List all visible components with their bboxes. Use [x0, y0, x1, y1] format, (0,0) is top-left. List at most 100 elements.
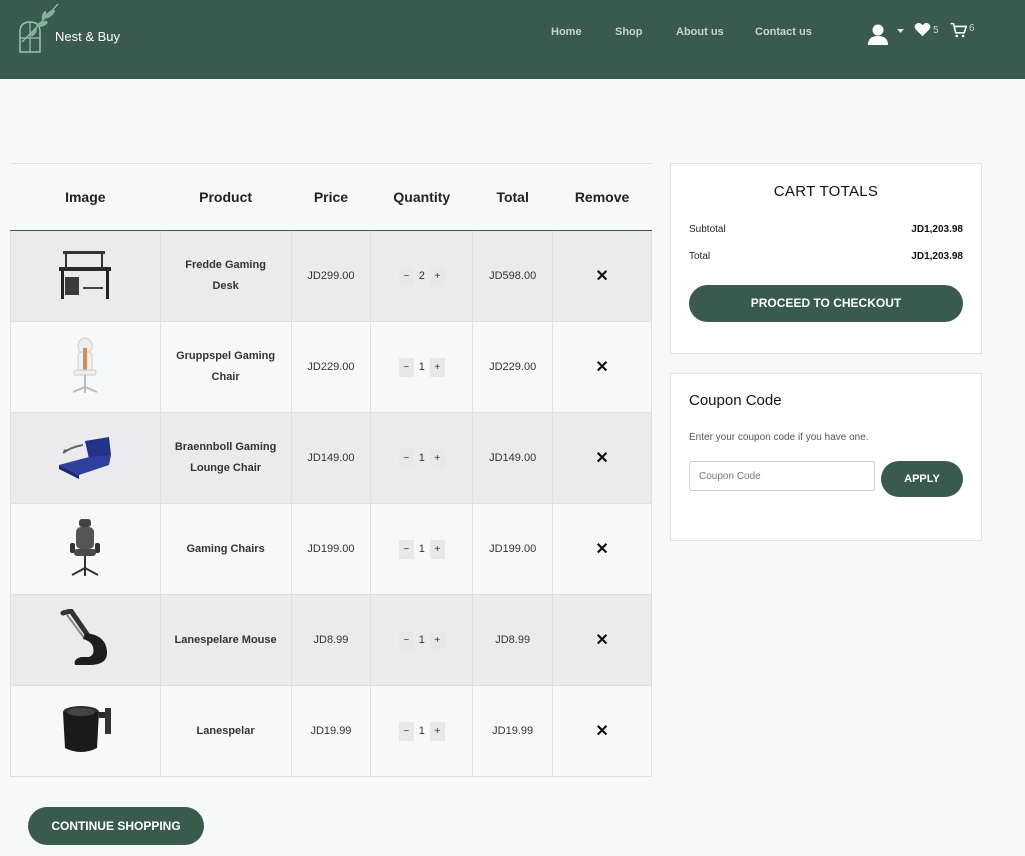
qty-value[interactable]: 1 — [417, 543, 427, 555]
product-image-cell — [10, 412, 161, 504]
logo-icon[interactable] — [16, 2, 62, 54]
qty-increase-button[interactable]: + — [429, 448, 445, 468]
remove-icon[interactable]: ✕ — [595, 541, 608, 558]
quantity-stepper: − 1 + — [398, 630, 445, 650]
product-price: JD8.99 — [290, 594, 372, 686]
table-row: Lanespelare Mouse JD8.99 − 1 + JD8.99 ✕ — [10, 594, 652, 686]
user-icon[interactable] — [866, 22, 890, 46]
continue-shopping-button[interactable]: CONTINUE SHOPPING — [28, 807, 204, 845]
heart-icon[interactable] — [914, 22, 931, 37]
nav-home[interactable]: Home — [551, 26, 582, 38]
table-row: Gruppspel Gaming Chair JD229.00 − 1 + JD… — [10, 321, 652, 413]
site-header: Nest & Buy Home Shop About us Contact us… — [0, 0, 1025, 79]
qty-value[interactable]: 1 — [417, 452, 427, 464]
remove-cell: ✕ — [552, 503, 652, 595]
nav-contact[interactable]: Contact us — [755, 26, 812, 38]
nav-about[interactable]: About us — [676, 26, 724, 38]
cup-holder-image[interactable] — [55, 702, 115, 758]
qty-decrease-button[interactable]: − — [398, 266, 414, 286]
quantity-cell: − 2 + — [370, 230, 474, 322]
quantity-stepper: − 2 + — [398, 266, 445, 286]
product-image-cell — [10, 503, 161, 595]
product-name[interactable]: Gruppspel Gaming Chair — [159, 321, 292, 413]
product-total: JD149.00 — [472, 412, 554, 504]
quantity-stepper: − 1 + — [398, 448, 445, 468]
product-total: JD229.00 — [472, 321, 554, 413]
remove-cell: ✕ — [552, 594, 652, 686]
qty-decrease-button[interactable]: − — [398, 357, 414, 377]
product-price: JD149.00 — [290, 412, 372, 504]
nav-shop[interactable]: Shop — [615, 26, 643, 38]
coupon-panel: Coupon Code Enter your coupon code if yo… — [670, 373, 982, 541]
table-row: Gaming Chairs JD199.00 − 1 + JD199.00 ✕ — [10, 503, 652, 595]
product-name[interactable]: Gaming Chairs — [159, 503, 292, 595]
product-total: JD199.00 — [472, 503, 554, 595]
qty-value[interactable]: 1 — [417, 725, 427, 737]
product-image-cell — [10, 594, 161, 686]
cart-table: Image Product Price Quantity Total Remov… — [10, 163, 652, 777]
qty-decrease-button[interactable]: − — [398, 448, 414, 468]
cart-totals-panel: CART TOTALS Subtotal JD1,203.98 Total JD… — [670, 163, 982, 354]
quantity-stepper: − 1 + — [398, 539, 445, 559]
remove-icon[interactable]: ✕ — [595, 359, 608, 376]
table-row: Braennboll Gaming Lounge Chair JD149.00 … — [10, 412, 652, 504]
proceed-to-checkout-button[interactable]: PROCEED TO CHECKOUT — [689, 285, 963, 322]
mouse-bungee-image[interactable] — [55, 607, 115, 669]
quantity-cell: − 1 + — [370, 503, 474, 595]
remove-cell: ✕ — [552, 321, 652, 413]
product-total: JD598.00 — [472, 230, 554, 322]
qty-decrease-button[interactable]: − — [398, 630, 414, 650]
qty-value[interactable]: 2 — [417, 270, 427, 282]
table-header-row: Image Product Price Quantity Total Remov… — [10, 163, 652, 231]
wishlist-count: 5 — [933, 25, 939, 36]
coupon-code-input[interactable] — [689, 461, 875, 491]
quantity-cell: − 1 + — [370, 594, 474, 686]
product-name[interactable]: Fredde Gaming Desk — [159, 230, 292, 322]
quantity-cell: − 1 + — [370, 412, 474, 504]
product-image-cell — [10, 230, 161, 322]
white-chair-image[interactable] — [65, 336, 105, 396]
total-label: Total — [689, 251, 711, 262]
product-price: JD229.00 — [290, 321, 372, 413]
subtotal-value: JD1,203.98 — [911, 224, 963, 235]
remove-cell: ✕ — [552, 230, 652, 322]
gaming-chair-image[interactable] — [67, 517, 103, 579]
product-name[interactable]: Braennboll Gaming Lounge Chair — [159, 412, 292, 504]
brand-name[interactable]: Nest & Buy — [55, 29, 120, 44]
remove-icon[interactable]: ✕ — [595, 268, 608, 285]
table-row: Fredde Gaming Desk JD299.00 − 2 + JD598.… — [10, 230, 652, 322]
qty-decrease-button[interactable]: − — [398, 539, 414, 559]
apply-coupon-button[interactable]: APPLY — [881, 461, 963, 497]
product-total: JD19.99 — [472, 685, 554, 777]
remove-icon[interactable]: ✕ — [595, 632, 608, 649]
col-header-price: Price — [291, 163, 371, 231]
qty-increase-button[interactable]: + — [429, 630, 445, 650]
product-total: JD8.99 — [472, 594, 554, 686]
quantity-stepper: − 1 + — [398, 357, 445, 377]
remove-cell: ✕ — [552, 685, 652, 777]
blue-lounge-chair-image[interactable] — [55, 433, 115, 481]
product-name[interactable]: Lanespelar — [159, 685, 292, 777]
product-image-cell — [10, 685, 161, 777]
qty-increase-button[interactable]: + — [429, 266, 445, 286]
qty-value[interactable]: 1 — [417, 361, 427, 373]
remove-icon[interactable]: ✕ — [595, 450, 608, 467]
coupon-hint: Enter your coupon code if you have one. — [689, 432, 869, 443]
remove-icon[interactable]: ✕ — [595, 723, 608, 740]
total-value: JD1,203.98 — [911, 251, 963, 262]
qty-increase-button[interactable]: + — [429, 539, 445, 559]
chevron-down-icon[interactable] — [896, 28, 905, 34]
quantity-cell: − 1 + — [370, 685, 474, 777]
product-price: JD199.00 — [290, 503, 372, 595]
qty-value[interactable]: 1 — [417, 634, 427, 646]
desk-image[interactable] — [55, 247, 115, 303]
col-header-quantity: Quantity — [370, 163, 473, 231]
qty-increase-button[interactable]: + — [429, 721, 445, 741]
coupon-title: Coupon Code — [689, 392, 782, 409]
table-row: Lanespelar JD19.99 − 1 + JD19.99 ✕ — [10, 685, 652, 777]
qty-decrease-button[interactable]: − — [398, 721, 414, 741]
qty-increase-button[interactable]: + — [429, 357, 445, 377]
product-name[interactable]: Lanespelare Mouse — [159, 594, 292, 686]
remove-cell: ✕ — [552, 412, 652, 504]
cart-icon[interactable] — [950, 22, 967, 38]
